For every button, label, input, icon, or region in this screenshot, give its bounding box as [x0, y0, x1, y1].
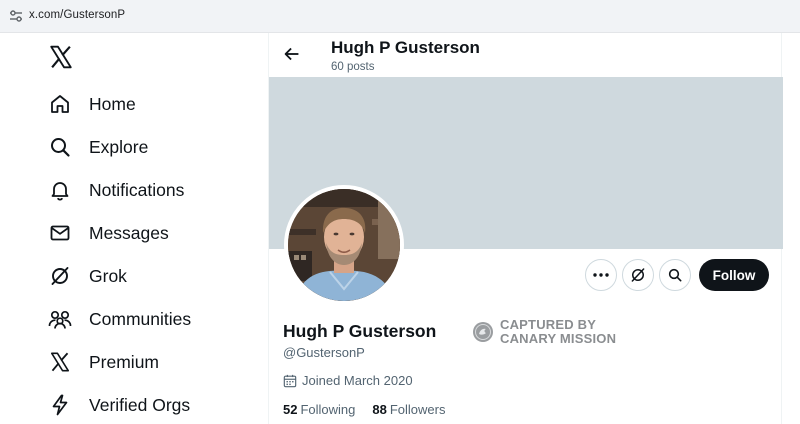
joined-text: Joined March 2020 [302, 373, 413, 388]
sidebar-item-label: Notifications [89, 179, 185, 200]
sidebar-item-label: Premium [89, 351, 160, 372]
following-link[interactable]: 52 Following [283, 402, 355, 417]
following-count: 52 [283, 402, 298, 417]
back-arrow-icon[interactable] [281, 43, 303, 65]
sidebar-item-messages[interactable]: Messages [46, 215, 169, 251]
site-settings-icon[interactable] [9, 10, 23, 22]
bell-icon [46, 176, 74, 204]
search-icon [46, 133, 74, 161]
grok-icon [46, 262, 74, 290]
sidebar-item-label: Messages [89, 222, 169, 243]
sidebar-item-premium[interactable]: Premium [46, 344, 159, 380]
sidebar-item-label: Communities [89, 308, 192, 329]
profile-column: Hugh P Gusterson 60 posts Follow Hugh P … [268, 33, 783, 424]
avatar[interactable] [284, 185, 404, 305]
lightning-icon [46, 391, 74, 419]
sidebar-item-grok[interactable]: Grok [46, 258, 127, 294]
followers-label: Followers [389, 402, 446, 417]
sidebar-item-home[interactable]: Home [46, 86, 136, 122]
watermark-line1: CAPTURED BY [500, 317, 597, 332]
profile-name: Hugh P Gusterson [283, 321, 437, 341]
canary-seal-icon [473, 322, 493, 342]
search-profile-button[interactable] [659, 259, 691, 291]
x-logo-icon[interactable] [48, 44, 74, 70]
calendar-icon [283, 374, 297, 387]
sidebar-item-label: Home [89, 93, 136, 114]
header-post-count: 60 posts [331, 61, 375, 73]
header-profile-name: Hugh P Gusterson [331, 38, 480, 57]
url-text[interactable]: x.com/GustersonP [29, 9, 125, 21]
sidebar-item-label: Grok [89, 265, 127, 286]
envelope-icon [46, 219, 74, 247]
sidebar-item-explore[interactable]: Explore [46, 129, 148, 165]
home-icon [46, 90, 74, 118]
grok-profile-button[interactable] [622, 259, 654, 291]
search-icon [668, 268, 682, 282]
sidebar-item-label: Explore [89, 136, 149, 157]
followers-count: 88 [372, 402, 387, 417]
browser-address-bar[interactable]: x.com/GustersonP [0, 0, 800, 33]
watermark-line2: CANARY MISSION [500, 331, 617, 346]
following-label: Following [300, 402, 356, 417]
grok-icon [631, 268, 645, 282]
more-icon [593, 273, 609, 277]
follow-button[interactable]: Follow [699, 259, 769, 291]
sidebar-item-verified-orgs[interactable]: Verified Orgs [46, 387, 190, 423]
people-icon [46, 305, 74, 333]
sidebar-item-communities[interactable]: Communities [46, 301, 191, 337]
x-icon [46, 348, 74, 376]
follow-stats: 52 Following 88 Followers [283, 402, 462, 417]
more-options-button[interactable] [585, 259, 617, 291]
sidebar-item-label: Verified Orgs [89, 394, 191, 415]
followers-link[interactable]: 88 Followers [372, 402, 445, 417]
canary-mission-watermark: CAPTURED BY CANARY MISSION [472, 318, 616, 346]
profile-handle: @GustersonP [283, 345, 365, 360]
joined-date: Joined March 2020 [283, 373, 413, 388]
sidebar-item-notifications[interactable]: Notifications [46, 172, 184, 208]
